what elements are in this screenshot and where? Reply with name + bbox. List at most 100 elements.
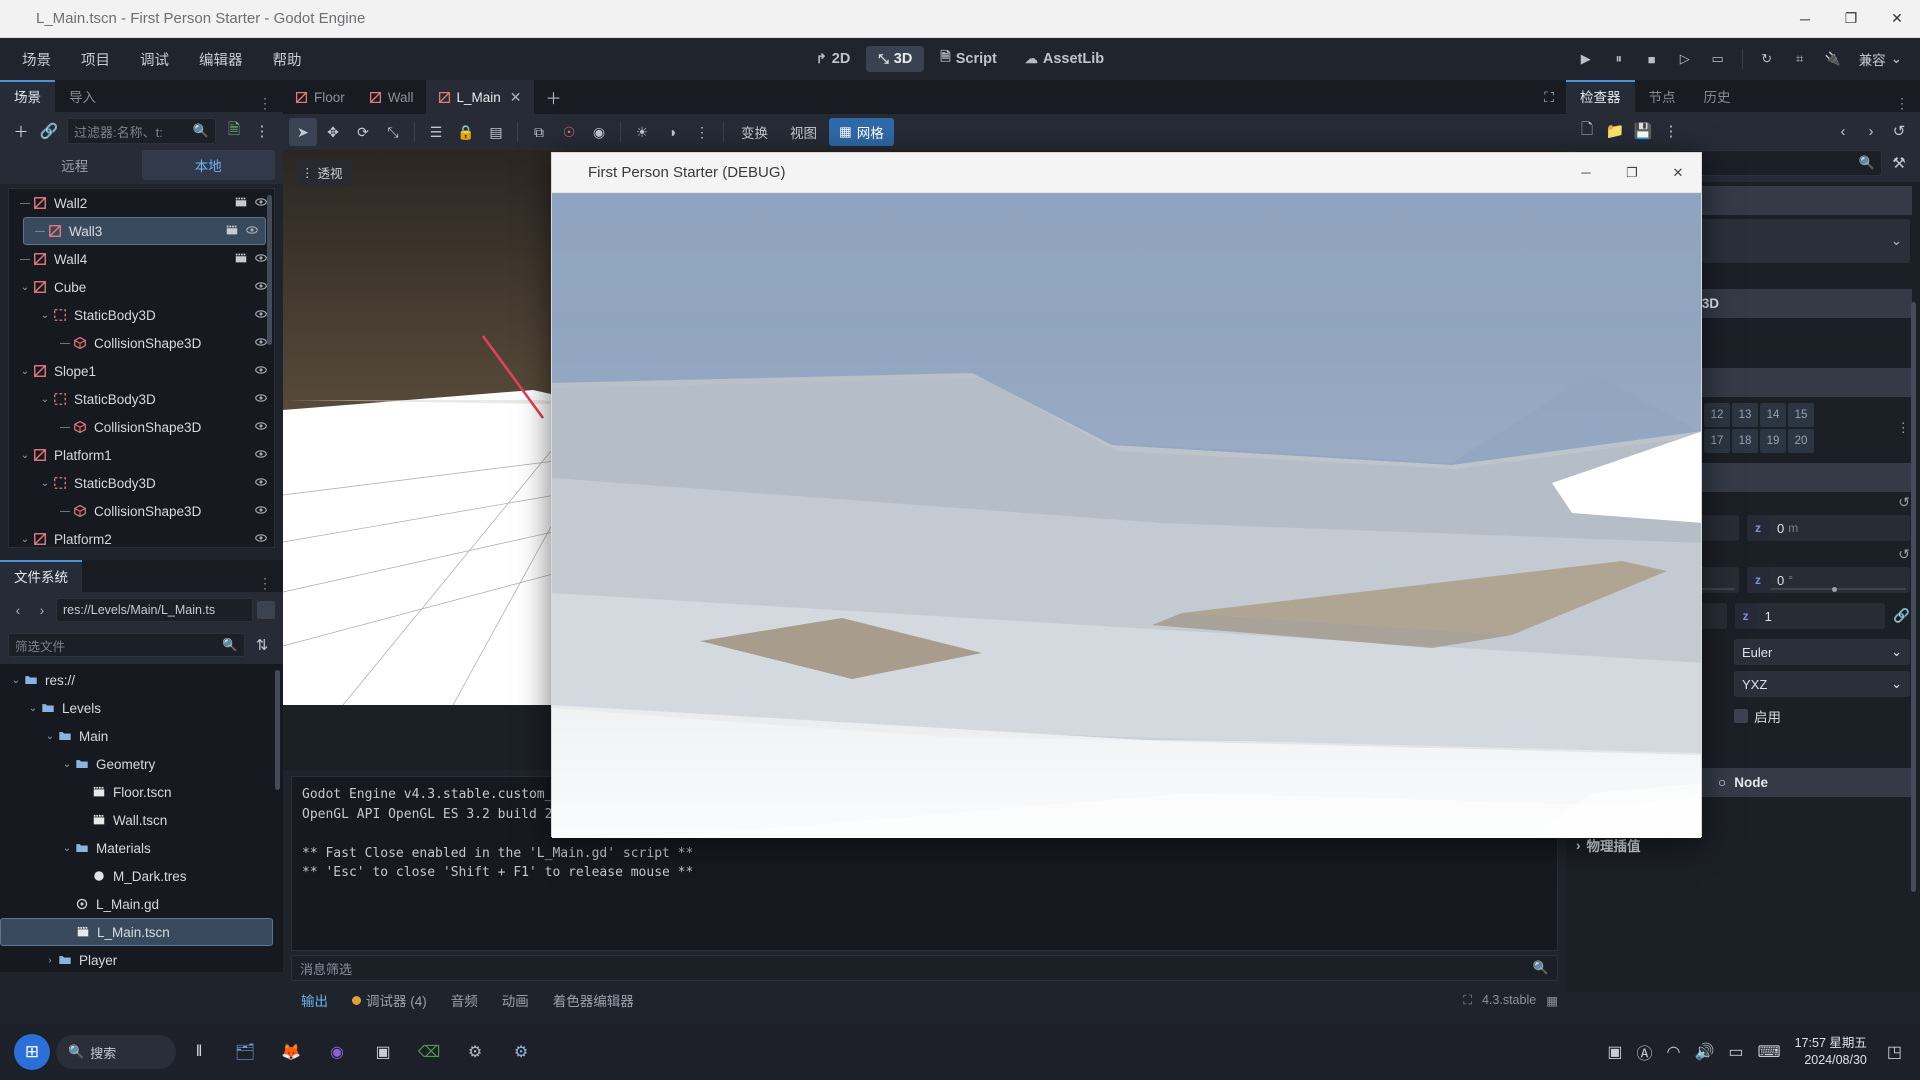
node-row-actions[interactable] (234, 251, 268, 268)
filter-icon[interactable]: ⛶ (1463, 993, 1472, 1008)
close-icon[interactable]: ✕ (510, 89, 522, 106)
visibility-toggle-icon[interactable] (254, 531, 268, 548)
filesystem-row[interactable]: Wall.tscn (0, 806, 283, 834)
movie-maker-button[interactable]: ▭ (1703, 45, 1733, 73)
grid-toggle-button[interactable]: ▦ 网格 (829, 118, 894, 146)
reload-button[interactable]: ↻ (1752, 45, 1782, 73)
battery-icon[interactable]: ▭ (1728, 1042, 1743, 1062)
sort-files-button[interactable]: ⇅ (249, 632, 275, 658)
pause-button[interactable]: ⏸ (1604, 45, 1634, 73)
expand-caret-icon[interactable]: — (59, 422, 71, 433)
tab-audio[interactable]: 音频 (441, 986, 488, 1014)
expand-caret-icon[interactable]: — (19, 254, 31, 265)
snap-tool-icon[interactable]: ☉ (555, 118, 583, 146)
mode-3d-button[interactable]: ⤡ 3D (866, 46, 925, 72)
select-tool-icon[interactable]: ➤ (289, 118, 317, 146)
tab-filesystem[interactable]: 文件系统 (0, 560, 82, 592)
expand-caret-icon[interactable]: ⌄ (39, 394, 51, 405)
expand-caret-icon[interactable]: — (34, 226, 46, 237)
start-button[interactable]: ⊞ (14, 1034, 50, 1070)
scene-tree-scrollbar[interactable] (267, 195, 272, 345)
attach-script-button[interactable]: 🗎 (221, 118, 247, 144)
node-row-actions[interactable] (254, 391, 268, 408)
sun-tool-icon[interactable]: ☀ (628, 118, 656, 146)
node-row-actions[interactable] (254, 447, 268, 464)
inspector-panel-menu[interactable]: ⋮ (1885, 95, 1920, 112)
expand-caret-icon[interactable]: — (59, 338, 71, 349)
layer-cell[interactable]: 18 (1732, 429, 1758, 453)
tab-output[interactable]: 输出 (291, 986, 338, 1014)
scene-instance-icon[interactable] (234, 195, 248, 212)
environment-tool-icon[interactable]: ◑ (658, 118, 686, 146)
menu-editor[interactable]: 编辑器 (185, 45, 257, 74)
tab-scene[interactable]: 场景 (0, 80, 55, 112)
menu-help[interactable]: 帮助 (259, 45, 316, 74)
expand-caret-icon[interactable]: ⌄ (61, 843, 73, 854)
file-filter-input[interactable]: 筛选文件 🔍 (8, 633, 245, 657)
layer-cell[interactable]: 20 (1788, 429, 1814, 453)
expand-caret-icon[interactable]: — (19, 198, 31, 209)
message-filter-input[interactable]: 消息筛选 🔍 (291, 955, 1558, 981)
stop-button[interactable]: ■ (1637, 45, 1667, 73)
rotation-z-slider-knob[interactable] (1831, 587, 1837, 592)
maximize-button[interactable]: ❐ (1828, 0, 1874, 38)
wifi-icon[interactable]: ◠ (1667, 1042, 1681, 1062)
node-row-actions[interactable] (254, 503, 268, 520)
notification-icon[interactable]: ◳ (1887, 1042, 1902, 1062)
scale-z-field[interactable]: z 1 (1734, 603, 1886, 629)
visibility-toggle-icon[interactable] (254, 503, 268, 520)
mode-2d-button[interactable]: ↱ 2D (804, 46, 862, 72)
link-icon[interactable]: 🔗 (1893, 608, 1910, 624)
visibility-toggle-icon[interactable] (254, 195, 268, 212)
scene-node-row[interactable]: ⌄ StaticBody3D (9, 301, 274, 329)
menu-project[interactable]: 项目 (67, 45, 124, 74)
mode-assetlib-button[interactable]: ☁ AssetLib (1013, 46, 1116, 72)
expand-caret-icon[interactable]: ⌄ (19, 450, 31, 461)
media-icon[interactable]: ◉ (315, 1030, 359, 1074)
scene-node-row[interactable]: — Wall2 (9, 189, 274, 217)
scene-tab-lmain[interactable]: L_Main ✕ (425, 80, 534, 114)
rotation-edit-mode-dropdown[interactable]: Euler ⌄ (1734, 639, 1910, 665)
scene-tab-floor[interactable]: Floor (283, 80, 357, 114)
scene-node-row[interactable]: ⌄ Slope1 (9, 357, 274, 385)
instantiate-scene-button[interactable]: 🔗 (36, 118, 62, 144)
scene-node-row[interactable]: ⌄ StaticBody3D (9, 385, 274, 413)
filesystem-row[interactable]: › Player (0, 946, 283, 972)
scene-instance-icon[interactable] (234, 251, 248, 268)
filesystem-row[interactable]: ⌄ Materials (0, 834, 283, 862)
layer-cell[interactable]: 19 (1760, 429, 1786, 453)
expand-caret-icon[interactable]: ⌄ (39, 310, 51, 321)
group-tool-icon[interactable]: ▤ (482, 118, 510, 146)
scene-tree-menu-button[interactable]: ⋮ (249, 118, 275, 144)
expand-caret-icon[interactable]: ⌄ (44, 731, 56, 742)
scene-node-row[interactable]: — CollisionShape3D (9, 413, 274, 441)
view-menu-button[interactable]: 视图 (780, 118, 827, 146)
expand-caret-icon[interactable]: ⌄ (10, 675, 22, 686)
settings-icon[interactable]: ⚙ (453, 1030, 497, 1074)
toggle-split-mode-button[interactable] (257, 601, 275, 619)
firefox-icon[interactable]: 🦊 (269, 1030, 313, 1074)
renderer-selector[interactable]: 兼容 ⌄ (1851, 45, 1910, 73)
scale-tool-icon[interactable]: ⤡ (379, 118, 407, 146)
layers-menu-icon[interactable]: ⋮ (1897, 420, 1911, 436)
node-row-actions[interactable] (254, 307, 268, 324)
taskview-icon[interactable]: ‖ (177, 1030, 221, 1074)
expand-caret-icon[interactable]: ⌄ (19, 534, 31, 545)
scene-node-row[interactable]: ⌄ StaticBody3D (9, 469, 274, 497)
reset-icon[interactable]: ↺ (1898, 494, 1910, 511)
filesystem-row[interactable]: Floor.tscn (0, 778, 283, 806)
nav-back-icon[interactable]: ‹ (8, 599, 28, 621)
play-scene-button[interactable]: ▷ (1670, 45, 1700, 73)
scene-node-row[interactable]: ⌄ Cube (9, 273, 274, 301)
menu-debug[interactable]: 调试 (126, 45, 183, 74)
local-space-tool-icon[interactable]: ◉ (585, 118, 613, 146)
accessibility-icon[interactable]: Ⓐ (1636, 1040, 1652, 1064)
monitor-icon[interactable]: ▣ (1607, 1042, 1622, 1062)
node-row-actions[interactable] (254, 475, 268, 492)
visibility-toggle-icon[interactable] (254, 447, 268, 464)
tab-shader-editor[interactable]: 着色器编辑器 (543, 986, 644, 1014)
game-maximize-button[interactable]: ❐ (1609, 153, 1655, 192)
files-icon[interactable]: 🗂 (223, 1030, 267, 1074)
rotate-tool-icon[interactable]: ⟳ (349, 118, 377, 146)
remote-button[interactable]: 远程 (8, 150, 142, 180)
